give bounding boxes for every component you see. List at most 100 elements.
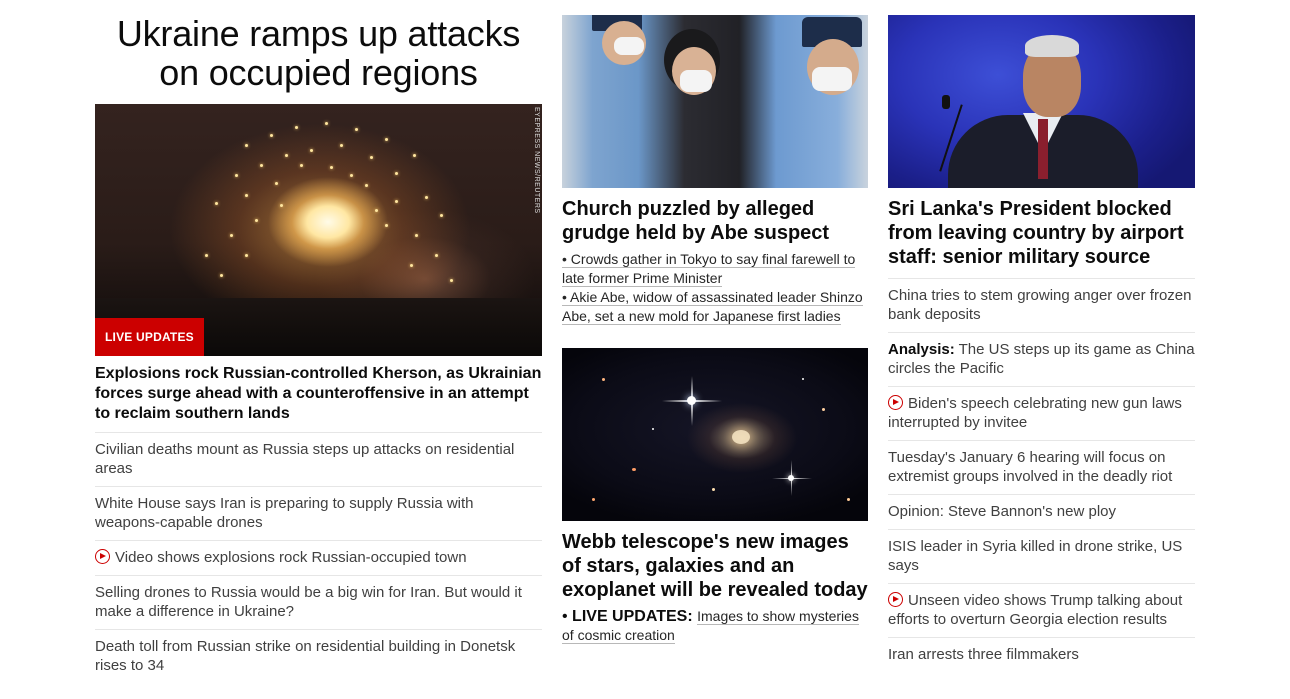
- webb-telescope-image[interactable]: [562, 348, 868, 521]
- bullet-dot: •: [562, 608, 573, 625]
- spark: [365, 184, 368, 187]
- spark: [300, 164, 303, 167]
- abe-related-bullets: • Crowds gather in Tokyo to say final fa…: [562, 250, 868, 326]
- galaxy: [822, 408, 825, 411]
- face-mask: [614, 37, 644, 55]
- play-circle-icon: [95, 549, 110, 564]
- spark: [245, 254, 248, 257]
- related-link[interactable]: White House says Iran is preparing to su…: [95, 495, 474, 531]
- bullet-item: • LIVE UPDATES: Images to show mysteries…: [562, 607, 868, 645]
- bullet-link[interactable]: • Akie Abe, widow of assassinated leader…: [562, 289, 863, 325]
- lead-subheadline[interactable]: Explosions rock Russian-controlled Khers…: [95, 364, 542, 432]
- webb-related-bullets: • LIVE UPDATES: Images to show mysteries…: [562, 607, 868, 645]
- related-link[interactable]: Selling drones to Russia would be a big …: [95, 584, 522, 620]
- related-link[interactable]: Iran arrests three filmmakers: [888, 646, 1079, 663]
- bullet-link[interactable]: • Crowds gather in Tokyo to say final fa…: [562, 251, 856, 287]
- galaxy: [712, 488, 715, 491]
- related-link[interactable]: Civilian deaths mount as Russia steps up…: [95, 441, 514, 477]
- spark: [425, 196, 428, 199]
- list-item: Biden's speech celebrating new gun laws …: [888, 386, 1195, 440]
- list-item: Death toll from Russian strike on reside…: [95, 629, 542, 683]
- spark: [355, 128, 358, 131]
- abe-headline[interactable]: Church puzzled by alleged grudge held by…: [562, 197, 868, 245]
- webb-headline[interactable]: Webb telescope's new images of stars, ga…: [562, 530, 868, 602]
- related-link[interactable]: China tries to stem growing anger over f…: [888, 287, 1191, 323]
- spark: [285, 154, 288, 157]
- spark: [340, 144, 343, 147]
- spark: [385, 224, 388, 227]
- list-item: Unseen video shows Trump talking about e…: [888, 583, 1195, 637]
- lead-story-image[interactable]: EYEPRESS NEWS/REUTERS LIVE UPDATES: [95, 104, 542, 356]
- spark: [235, 174, 238, 177]
- spark: [280, 204, 283, 207]
- play-circle-icon: [888, 395, 903, 410]
- lead-story-column: Ukraine ramps up attacks on occupied reg…: [95, 0, 542, 683]
- galaxy: [802, 378, 804, 380]
- related-link[interactable]: Tuesday's January 6 hearing will focus o…: [888, 449, 1172, 485]
- live-updates-label: LIVE UPDATES:: [572, 608, 693, 625]
- list-item: Analysis: The US steps up its game as Ch…: [888, 332, 1195, 386]
- tie: [1038, 119, 1048, 179]
- bright-star: [687, 396, 696, 405]
- right-related-list: China tries to stem growing anger over f…: [888, 278, 1195, 672]
- spark: [410, 264, 413, 267]
- bullet-dot: •: [562, 289, 571, 305]
- spark: [215, 202, 218, 205]
- image-credit: EYEPRESS NEWS/REUTERS: [533, 107, 540, 214]
- list-item: Tuesday's January 6 hearing will focus o…: [888, 440, 1195, 494]
- play-circle-icon: [888, 592, 903, 607]
- related-link[interactable]: Death toll from Russian strike on reside…: [95, 638, 515, 674]
- spark: [370, 156, 373, 159]
- galaxy: [592, 498, 595, 501]
- middle-column: Church puzzled by alleged grudge held by…: [562, 0, 868, 645]
- face-mask: [812, 67, 852, 91]
- analysis-label: Analysis:: [888, 341, 955, 358]
- lead-headline[interactable]: Ukraine ramps up attacks on occupied reg…: [95, 14, 542, 92]
- spark: [205, 254, 208, 257]
- list-item: Video shows explosions rock Russian-occu…: [95, 540, 542, 575]
- related-link[interactable]: Biden's speech celebrating new gun laws …: [888, 395, 1182, 431]
- list-item: Iran arrests three filmmakers: [888, 637, 1195, 672]
- spark: [230, 234, 233, 237]
- list-item: White House says Iran is preparing to su…: [95, 486, 542, 540]
- sri-lanka-headline[interactable]: Sri Lanka's President blocked from leavi…: [888, 197, 1195, 269]
- live-updates-badge: LIVE UPDATES: [95, 318, 204, 356]
- list-item: China tries to stem growing anger over f…: [888, 278, 1195, 332]
- spark: [330, 166, 333, 169]
- spark: [275, 182, 278, 185]
- spark: [395, 200, 398, 203]
- spark: [450, 279, 453, 282]
- microphone: [942, 95, 950, 109]
- bullet-dot: •: [562, 251, 571, 267]
- spark: [220, 274, 223, 277]
- spark: [295, 126, 298, 129]
- galaxy: [602, 378, 605, 381]
- related-link[interactable]: Unseen video shows Trump talking about e…: [888, 592, 1182, 628]
- lead-related-list: Civilian deaths mount as Russia steps up…: [95, 432, 542, 683]
- spark: [245, 144, 248, 147]
- sri-lanka-president-image[interactable]: [888, 15, 1195, 188]
- galaxy: [632, 468, 636, 471]
- list-item: Civilian deaths mount as Russia steps up…: [95, 432, 542, 486]
- spark: [310, 149, 313, 152]
- related-link[interactable]: ISIS leader in Syria killed in drone str…: [888, 538, 1182, 574]
- face-mask: [680, 70, 712, 92]
- right-column: Sri Lanka's President blocked from leavi…: [888, 0, 1195, 672]
- spark: [440, 214, 443, 217]
- abe-suspect-image[interactable]: [562, 15, 868, 188]
- bright-star: [788, 475, 794, 481]
- galaxy-core: [732, 430, 750, 444]
- related-link[interactable]: Opinion: Steve Bannon's new ploy: [888, 503, 1116, 520]
- related-link[interactable]: Video shows explosions rock Russian-occu…: [115, 549, 467, 566]
- spark: [325, 122, 328, 125]
- list-item: ISIS leader in Syria killed in drone str…: [888, 529, 1195, 583]
- list-item: Selling drones to Russia would be a big …: [95, 575, 542, 629]
- galaxy: [847, 498, 850, 501]
- spark: [260, 164, 263, 167]
- spark: [415, 234, 418, 237]
- spark: [375, 209, 378, 212]
- spark: [350, 174, 353, 177]
- bullet-text: Akie Abe, widow of assassinated leader S…: [562, 289, 863, 324]
- spark: [255, 219, 258, 222]
- spark: [270, 134, 273, 137]
